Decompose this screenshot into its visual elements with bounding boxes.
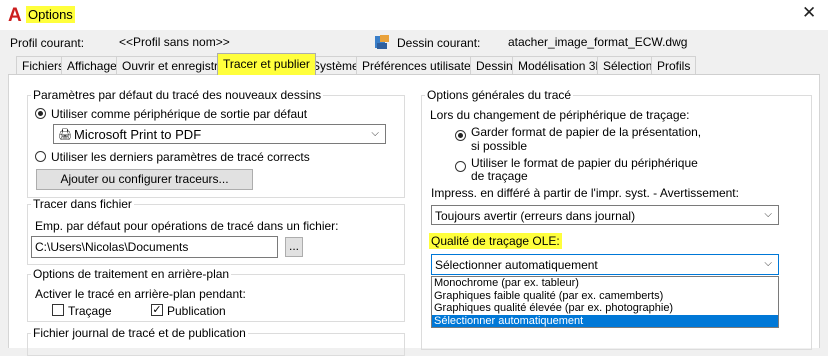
radio-keep-layout-label-2: si possible bbox=[471, 139, 528, 153]
spool-select-value: Toujours avertir (erreurs dans journal) bbox=[435, 209, 636, 223]
plot-file-path-input[interactable]: C:\Users\Nicolas\Documents bbox=[31, 236, 278, 258]
tab-profils[interactable]: Profils bbox=[651, 56, 697, 74]
add-plotters-button[interactable]: Ajouter ou configurer traceurs... bbox=[36, 169, 253, 190]
ole-option-monochrome[interactable]: Monochrome (par ex. tableur) bbox=[432, 277, 778, 290]
drawing-icon bbox=[374, 34, 390, 50]
plot-to-file-label: Emp. par défaut pour opérations de tracé… bbox=[35, 219, 339, 233]
window-title: Options bbox=[26, 6, 75, 23]
title-bar bbox=[0, 0, 828, 30]
tab-affichage[interactable]: Affichage bbox=[61, 56, 123, 74]
device-change-label: Lors du changement de périphérique de tr… bbox=[430, 108, 690, 122]
radio-use-device[interactable] bbox=[35, 108, 46, 119]
ole-option-low-quality[interactable]: Graphiques faible qualité (par ex. camem… bbox=[432, 290, 778, 303]
background-label: Activer le tracé en arrière-plan pendant… bbox=[35, 287, 246, 301]
radio-use-device-paper[interactable] bbox=[455, 161, 466, 172]
publish-checkbox[interactable]: ✓ bbox=[151, 304, 163, 316]
ole-option-automatic[interactable]: Sélectionner automatiquement bbox=[432, 314, 778, 327]
radio-use-device-paper-label-2: de traçage bbox=[471, 169, 528, 183]
background-title: Options de traitement en arrière-plan bbox=[33, 267, 230, 281]
profile-label: Profil courant: bbox=[10, 36, 85, 50]
plot-checkbox[interactable] bbox=[52, 304, 64, 316]
spool-label: Impress. en différé à partir de l'impr. … bbox=[431, 186, 739, 200]
defaults-group-title: Paramètres par défaut du tracé des nouve… bbox=[33, 88, 322, 102]
browse-button[interactable]: ... bbox=[285, 237, 303, 257]
spool-select[interactable]: Toujours avertir (erreurs dans journal) … bbox=[431, 205, 779, 225]
ole-quality-select[interactable]: Sélectionner automatiquement ⌵ bbox=[431, 254, 779, 275]
plot-to-file-title: Tracer dans fichier bbox=[33, 197, 132, 211]
log-group-title: Fichier journal de tracé et de publicati… bbox=[33, 326, 246, 340]
log-group: Fichier journal de tracé et de publicati… bbox=[27, 326, 405, 356]
autocad-logo-icon: A bbox=[8, 5, 22, 26]
tab-modelisation-3d[interactable]: Modélisation 3D bbox=[512, 56, 611, 74]
general-group-title: Options générales du tracé bbox=[427, 88, 572, 102]
ole-quality-label: Qualité de traçage OLE: bbox=[429, 233, 562, 249]
chevron-down-icon: ⌵ bbox=[764, 209, 772, 220]
radio-keep-layout-paper[interactable] bbox=[455, 130, 466, 141]
ole-option-high-quality[interactable]: Graphiques qualité élevée (par ex. photo… bbox=[432, 302, 778, 315]
radio-use-device-label: Utiliser comme périphérique de sortie pa… bbox=[51, 107, 308, 121]
tab-selection[interactable]: Sélection bbox=[597, 56, 659, 74]
chevron-down-icon: ⌵ bbox=[764, 258, 772, 269]
ole-quality-dropdown-list: Monochrome (par ex. tableur) Graphiques … bbox=[431, 276, 779, 328]
drawing-label: Dessin courant: bbox=[397, 36, 481, 50]
radio-last-settings[interactable] bbox=[35, 151, 46, 162]
chevron-down-icon: ⌵ bbox=[371, 128, 379, 139]
printer-icon: 🖨 bbox=[58, 129, 72, 141]
close-icon[interactable]: ✕ bbox=[802, 3, 816, 23]
drawing-value: atacher_image_format_ECW.dwg bbox=[508, 35, 688, 49]
radio-last-settings-label: Utiliser les derniers paramètres de trac… bbox=[51, 150, 310, 164]
device-select-value: Microsoft Print to PDF bbox=[74, 127, 202, 142]
plot-checkbox-label: Traçage bbox=[68, 304, 112, 318]
radio-use-device-paper-label-1: Utiliser le format de papier du périphér… bbox=[471, 156, 698, 170]
profile-value: <<Profil sans nom>> bbox=[119, 35, 230, 49]
ole-quality-select-value: Sélectionner automatiquement bbox=[435, 258, 598, 272]
tab-tracer-publier[interactable]: Tracer et publier bbox=[217, 53, 316, 75]
radio-keep-layout-label-1: Garder format de papier de la présentati… bbox=[471, 125, 702, 139]
tab-preferences-utilisateur[interactable]: Préférences utilisateur bbox=[356, 56, 488, 74]
publish-checkbox-label: Publication bbox=[167, 304, 226, 318]
device-select[interactable]: 🖨 Microsoft Print to PDF ⌵ bbox=[53, 124, 386, 144]
